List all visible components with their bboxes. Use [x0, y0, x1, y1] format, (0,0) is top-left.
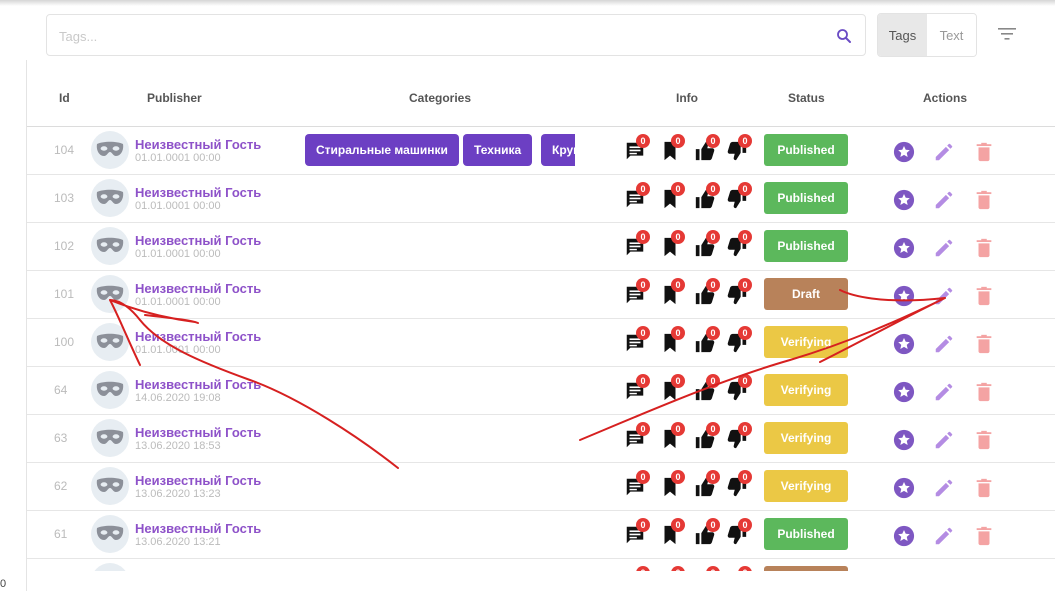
annotation-layer — [109, 289, 946, 469]
annotation-stroke-left — [109, 299, 399, 469]
annotation-stroke-right — [579, 289, 946, 441]
